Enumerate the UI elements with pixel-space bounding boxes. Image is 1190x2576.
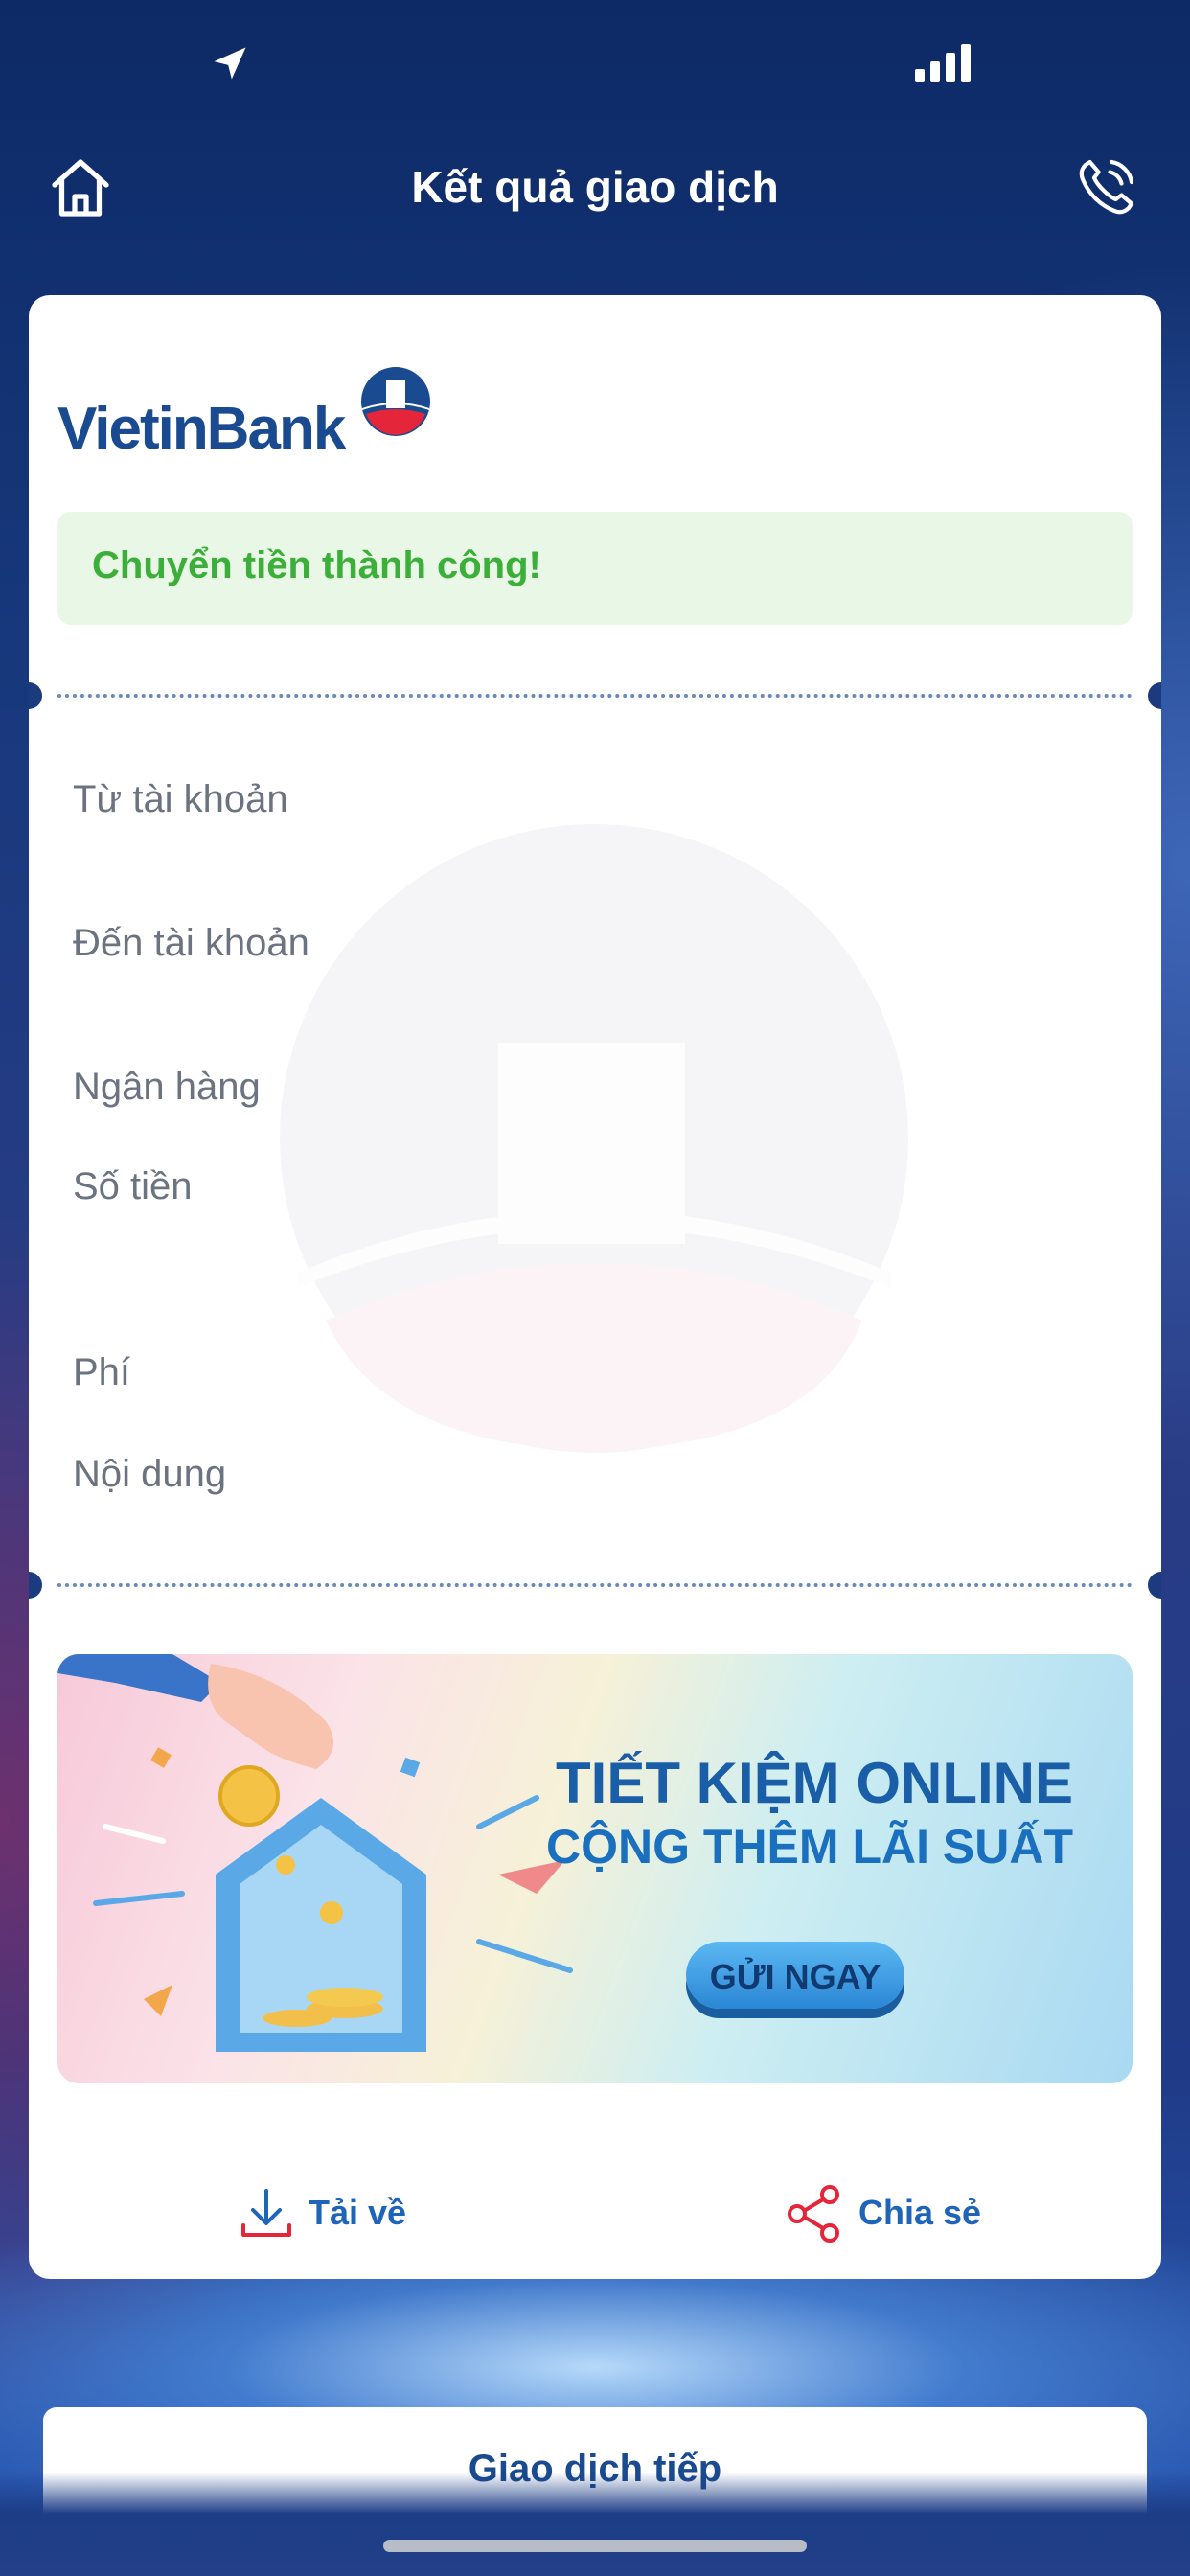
transaction-result-card: VietinBank Chuyển tiền thành công! Từ tà…: [29, 295, 1161, 2279]
to-account-label: Đến tài khoản: [73, 922, 309, 964]
success-banner: Chuyển tiền thành công!: [57, 512, 1133, 625]
ticket-divider-top: [29, 682, 1161, 709]
dotted-line: [57, 1583, 1133, 1587]
logo-mark-icon: [361, 367, 430, 436]
page-title: Kết quả giao dịch: [411, 162, 779, 212]
send-now-label: GỬI NGAY: [709, 1957, 881, 1996]
bank-label: Ngân hàng: [73, 1066, 261, 1108]
fee-label: Phí: [73, 1351, 131, 1393]
location-arrow-icon: [214, 47, 246, 80]
watermark-logo-icon: [280, 824, 908, 1453]
banner-title-line1: TIẾT KIỆM ONLINE: [556, 1751, 1073, 1815]
download-button[interactable]: Tải về: [240, 2177, 431, 2254]
banner-title-line2: CỘNG THÊM LÃI SUẤT: [546, 1820, 1073, 1874]
from-account-label: Từ tài khoản: [73, 778, 288, 820]
share-label: Chia sẻ: [858, 2193, 982, 2232]
bottom-fade: [0, 2472, 1190, 2576]
header: Kết quả giao dịch: [0, 144, 1190, 230]
status-bar: [0, 0, 1190, 134]
ticket-notch: [1148, 682, 1161, 709]
logo-text: VietinBank: [57, 396, 346, 462]
phone-call-icon[interactable]: [1071, 153, 1140, 222]
savings-promo-banner[interactable]: TIẾT KIỆM ONLINE CỘNG THÊM LÃI SUẤT GỬI …: [57, 1654, 1133, 2083]
home-indicator[interactable]: [383, 2540, 807, 2552]
success-message: Chuyển tiền thành công!: [92, 544, 541, 586]
send-now-button[interactable]: GỬI NGAY: [686, 1942, 904, 2009]
content-label: Nội dung: [73, 1453, 227, 1495]
share-icon: [788, 2185, 839, 2242]
ticket-notch: [1148, 1572, 1161, 1598]
cellular-signal-icon: [915, 44, 971, 82]
dotted-line: [57, 694, 1133, 698]
ticket-notch: [29, 682, 42, 709]
ticket-divider-bottom: [29, 1572, 1161, 1598]
download-label: Tải về: [309, 2193, 407, 2232]
amount-label: Số tiền: [73, 1165, 193, 1208]
vietinbank-logo: VietinBank: [57, 366, 430, 462]
ticket-notch: [29, 1572, 42, 1598]
share-button[interactable]: Chia sẻ: [786, 2177, 1016, 2254]
download-icon: [241, 2189, 291, 2237]
